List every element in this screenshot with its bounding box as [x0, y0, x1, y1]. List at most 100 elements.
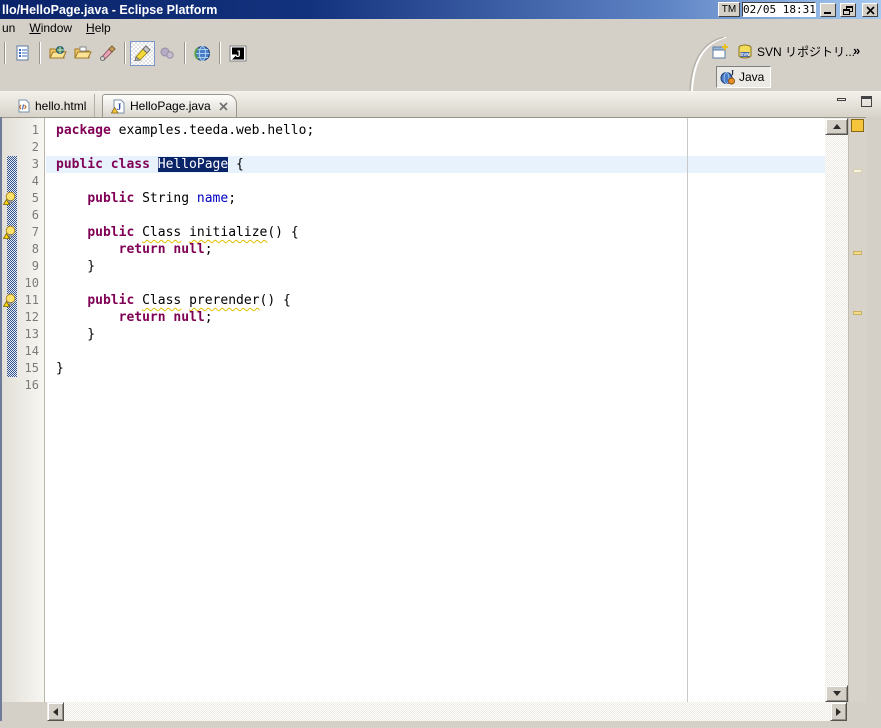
svn-repository-button[interactable]: SVN SVN リポジトリ... [737, 43, 855, 60]
line-number: 4 [2, 173, 44, 190]
line-number: 16 [2, 377, 44, 394]
code-text-area[interactable]: package examples.teeda.web.hello; public … [46, 118, 825, 702]
open-folder-icon[interactable] [70, 41, 95, 66]
arrow-left-icon [53, 708, 58, 716]
tab-close-button[interactable] [219, 102, 228, 111]
minimize-button[interactable] [820, 3, 836, 17]
tray-tm-button[interactable]: TM [718, 2, 740, 17]
code-line[interactable]: } [46, 326, 825, 343]
vertical-scrollbar[interactable] [825, 118, 848, 702]
code-line[interactable]: package examples.teeda.web.hello; [46, 122, 825, 139]
line-number: 15 [2, 360, 44, 377]
minimize-icon [824, 12, 831, 14]
tab-label: hello.html [35, 99, 86, 113]
overview-warning-mark[interactable] [853, 311, 862, 315]
line-number: 10 [2, 275, 44, 292]
editor-minimize-button[interactable] [835, 95, 851, 109]
minimize-icon [837, 98, 846, 101]
title-bar: llo/HelloPage.java - Eclipse Platform TM… [0, 0, 881, 19]
code-line[interactable]: public Class prerender() { [46, 292, 825, 309]
restore-button[interactable] [840, 3, 856, 17]
overview-ruler[interactable] [848, 118, 866, 702]
ruler-annotation[interactable] [3, 293, 17, 307]
line-number-gutter: 12345678910111213141516 [2, 118, 44, 394]
menu-item-un[interactable]: un [0, 20, 22, 36]
code-line[interactable]: public String name; [46, 190, 825, 207]
code-line[interactable] [46, 343, 825, 360]
tasks-icon[interactable] [10, 41, 35, 66]
tray-clock: 02/05 18:31 [742, 2, 816, 17]
line-number: 1 [2, 122, 44, 139]
menu-item-help[interactable]: Help [79, 20, 118, 36]
quickfix-warning-icon[interactable] [3, 225, 17, 239]
web-browser-icon[interactable] [190, 41, 215, 66]
ruler-annotation[interactable] [3, 225, 17, 239]
annotation-ruler[interactable]: 12345678910111213141516 [2, 118, 45, 702]
line-number: 3 [2, 156, 44, 173]
line-number: 2 [2, 139, 44, 156]
tab-hellopage-java[interactable]: J HelloPage.java [102, 94, 237, 117]
tab-hello-html[interactable]: hello.html [10, 94, 95, 117]
line-number: 13 [2, 326, 44, 343]
code-line[interactable]: return null; [46, 241, 825, 258]
highlighter-icon[interactable] [130, 41, 155, 66]
perspective-overflow-chevron[interactable]: » [853, 43, 860, 58]
code-line[interactable] [46, 139, 825, 156]
horizontal-scrollbar[interactable] [47, 702, 847, 721]
close-button[interactable] [862, 3, 878, 17]
spheres-icon[interactable] [155, 41, 180, 66]
print-margin-line [687, 118, 688, 702]
eclipse-window: llo/HelloPage.java - Eclipse Platform TM… [0, 0, 881, 728]
toolbar-separator [184, 42, 186, 64]
line-number: 14 [2, 343, 44, 360]
overview-warning-header[interactable] [851, 119, 864, 132]
line-number: 6 [2, 207, 44, 224]
code-line[interactable] [46, 207, 825, 224]
tab-label: HelloPage.java [130, 99, 211, 113]
toolbar-separator [219, 42, 221, 64]
menu-bar: unWindowHelp [0, 19, 881, 37]
scroll-left-button[interactable] [47, 702, 64, 721]
menu-item-window[interactable]: Window [22, 20, 79, 36]
scroll-down-button[interactable] [825, 685, 848, 702]
code-line[interactable]: } [46, 360, 825, 377]
svg-text:J: J [117, 102, 122, 112]
selected-text: HelloPage [158, 157, 228, 172]
open-folder-globe-icon[interactable] [45, 41, 70, 66]
code-editor[interactable]: 12345678910111213141516 package examples… [2, 117, 866, 702]
quickfix-warning-icon[interactable] [3, 293, 17, 307]
window-title: llo/HelloPage.java - Eclipse Platform [0, 3, 217, 17]
code-line[interactable]: public Class initialize() { [46, 224, 825, 241]
code-line[interactable] [46, 173, 825, 190]
editor-tab-bar: hello.html J HelloPage.java [0, 91, 881, 117]
line-number: 9 [2, 258, 44, 275]
svn-repo-icon: SVN [737, 44, 754, 60]
toolbar-separator [4, 42, 6, 64]
scroll-up-button[interactable] [825, 118, 848, 135]
java-perspective-button[interactable]: J Java [716, 66, 771, 88]
scroll-right-button[interactable] [830, 702, 847, 721]
code-line[interactable]: } [46, 258, 825, 275]
toolbar-separator [124, 42, 126, 64]
quickfix-warning-icon[interactable] [3, 191, 17, 205]
svn-repository-label: SVN リポジトリ... [757, 43, 855, 60]
arrow-down-icon [833, 691, 841, 696]
toolbar-separator [39, 42, 41, 64]
overview-warning-mark[interactable] [853, 169, 862, 173]
code-line[interactable] [46, 275, 825, 292]
java-perspective-label: Java [739, 70, 764, 84]
code-line[interactable]: public class HelloPage { [46, 156, 825, 173]
code-line[interactable]: return null; [46, 309, 825, 326]
editor-maximize-button[interactable] [859, 95, 875, 109]
close-icon [219, 102, 228, 111]
java-file-warning-icon: J [111, 99, 125, 114]
html-file-icon [18, 99, 30, 113]
code-line[interactable] [46, 377, 825, 394]
ruler-annotation[interactable] [3, 191, 17, 205]
overview-warning-mark[interactable] [853, 251, 862, 255]
open-perspective-button[interactable] [712, 43, 729, 59]
arrow-up-icon [833, 124, 841, 129]
paintbrush-icon[interactable] [95, 41, 120, 66]
java-app-icon[interactable]: J [225, 41, 250, 66]
maximize-icon [861, 96, 872, 107]
